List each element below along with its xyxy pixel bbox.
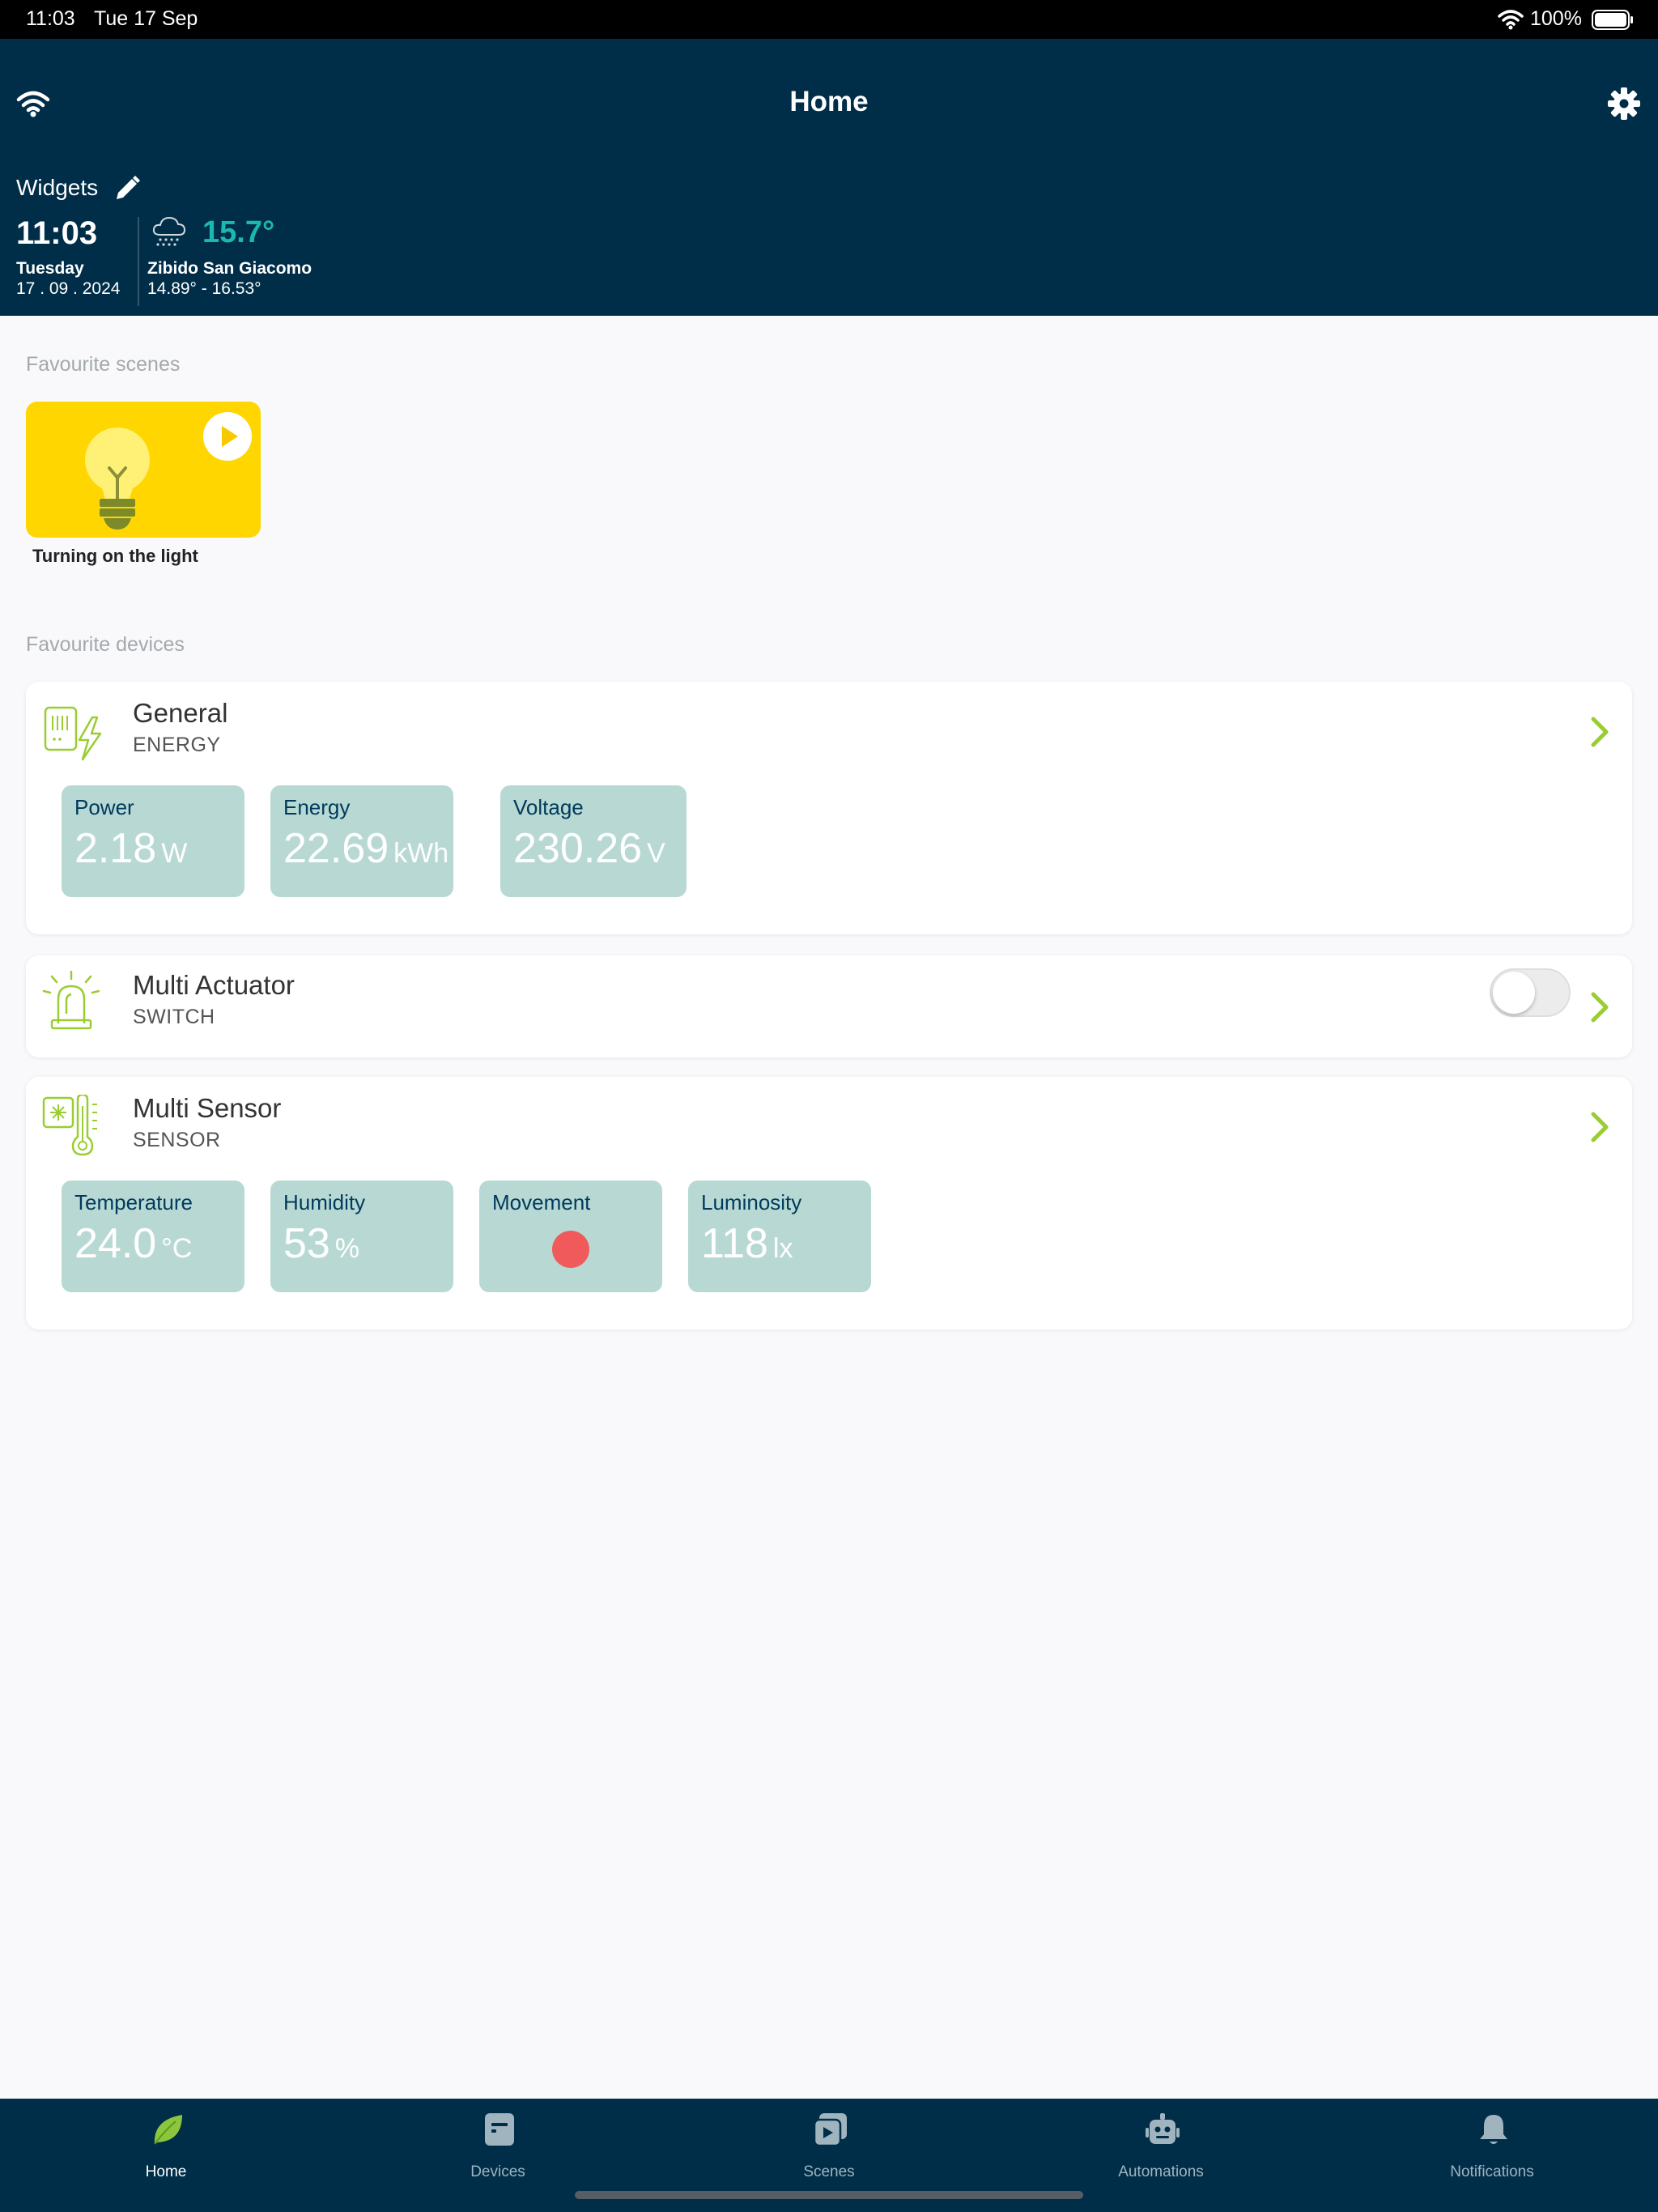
device-type: SWITCH	[133, 1006, 215, 1028]
metric-label: Voltage	[513, 795, 584, 819]
metric-value: 118 lx	[701, 1220, 793, 1267]
sensor-thermometer-icon	[42, 1095, 97, 1156]
battery-percentage: 100%	[1530, 7, 1582, 30]
device-icon	[485, 2113, 514, 2146]
metric-tile-temperature: Temperature 24.0 °C	[62, 1180, 244, 1292]
metric-label: Power	[74, 795, 134, 819]
metric-label: Humidity	[283, 1190, 366, 1214]
clock-time: 11:03	[16, 215, 98, 251]
metric-tile-energy: Energy 22.69 kWh	[270, 785, 453, 897]
device-card-general[interactable]: General ENERGY Power 2.18 W Energy 22.69 k…	[26, 682, 1632, 934]
metric-tile-movement: Movement	[479, 1180, 662, 1292]
metric-label: Energy	[283, 795, 351, 819]
siren-icon	[42, 970, 100, 1030]
bell-icon	[1480, 2115, 1507, 2144]
scene-card[interactable]	[26, 402, 261, 538]
pencil-icon[interactable]	[113, 175, 141, 202]
device-name: Multi Actuator	[133, 970, 295, 1000]
chevron-right-icon[interactable]	[1587, 1108, 1613, 1146]
light-bulb-icon	[85, 428, 150, 530]
device-name: Multi Sensor	[133, 1093, 282, 1123]
weather-temperature: 15.7°	[202, 215, 275, 249]
device-type: SENSOR	[133, 1129, 221, 1151]
metric-value: 230.26 V	[513, 825, 665, 872]
tab-label: Home	[145, 2163, 187, 2180]
scene-name: Turning on the light	[32, 546, 198, 566]
metric-value: 53%	[283, 1220, 360, 1267]
device-card-multi-actuator[interactable]: Multi Actuator SWITCH	[26, 955, 1632, 1057]
tab-label: Scenes	[803, 2163, 855, 2180]
tab-notifications[interactable]: Notifications	[1326, 2099, 1658, 2196]
device-card-multi-sensor[interactable]: Multi Sensor SENSOR Temperature 24.0 °C H…	[26, 1077, 1632, 1329]
widgets-label: Widgets	[16, 175, 99, 200]
status-date: Tue 17 Sep	[94, 7, 198, 30]
metric-tile-voltage: Voltage 230.26 V	[500, 785, 687, 897]
tab-automations[interactable]: Automations	[995, 2099, 1327, 2196]
metric-value: 24.0 °C	[74, 1220, 193, 1267]
battery-icon	[1592, 10, 1633, 30]
metric-label: Movement	[492, 1190, 591, 1214]
metric-tile-humidity: Humidity 53%	[270, 1180, 453, 1292]
energy-meter-icon	[44, 706, 102, 761]
app-header: Home Widgets 11:03 Tuesday 17 . 09 . 202…	[0, 39, 1658, 316]
tab-scenes[interactable]: Scenes	[663, 2099, 995, 2196]
switch-toggle-knob	[1493, 972, 1535, 1014]
leaf-icon	[154, 2115, 182, 2145]
status-bar: 11:03 Tue 17 Sep 100%	[0, 0, 1658, 39]
robot-icon	[1146, 2113, 1180, 2144]
device-name: General	[133, 698, 228, 728]
movement-status-dot	[552, 1231, 589, 1268]
scenes-icon	[813, 2113, 847, 2147]
switch-toggle[interactable]	[1490, 968, 1571, 1017]
chevron-right-icon[interactable]	[1587, 988, 1613, 1027]
status-time: 11:03	[26, 7, 75, 30]
widget-divider	[138, 217, 139, 306]
favourite-scenes-label: Favourite scenes	[26, 353, 181, 376]
device-type: ENERGY	[133, 734, 221, 756]
clock-day: Tuesday	[16, 259, 84, 278]
tab-label: Devices	[470, 2163, 525, 2180]
clock-date: 17 . 09 . 2024	[16, 279, 121, 298]
metric-tile-power: Power 2.18 W	[62, 785, 244, 897]
weather-range: 14.89° - 16.53°	[147, 279, 261, 298]
rain-cloud-icon	[152, 216, 186, 246]
home-indicator[interactable]	[575, 2191, 1083, 2199]
chevron-right-icon[interactable]	[1587, 713, 1613, 751]
play-icon[interactable]	[202, 411, 253, 462]
page-title: Home	[789, 86, 869, 117]
weather-location: Zibido San Giacomo	[147, 259, 312, 278]
metric-value: 22.69 kWh	[283, 825, 449, 872]
tab-label: Notifications	[1450, 2163, 1534, 2180]
metric-tile-luminosity: Luminosity 118 lx	[688, 1180, 871, 1292]
wifi-status-icon	[1498, 10, 1524, 30]
tab-devices[interactable]: Devices	[332, 2099, 664, 2196]
gear-icon[interactable]	[1606, 86, 1642, 121]
favourite-devices-label: Favourite devices	[26, 633, 185, 656]
metric-label: Luminosity	[701, 1190, 802, 1214]
metric-value: 2.18 W	[74, 825, 188, 872]
metric-label: Temperature	[74, 1190, 193, 1214]
tab-label: Automations	[1118, 2163, 1204, 2180]
tab-home[interactable]: Home	[0, 2099, 332, 2196]
